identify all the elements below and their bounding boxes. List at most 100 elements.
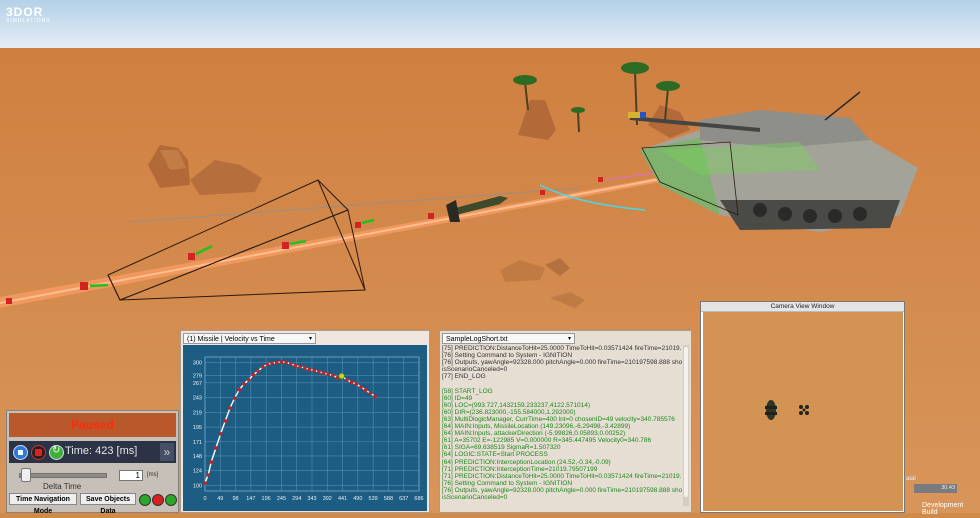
data-point [354,382,359,386]
log-line: [77] END_LOG [442,373,486,381]
stats-value: 30.43 [914,484,957,493]
data-point [223,419,228,423]
time-readout: Time: 423 [ms] [65,445,138,457]
log-panel: SampleLogShort.txt ▾ [75] PREDICTION:Dis… [439,330,692,513]
record-red-button[interactable] [152,494,164,506]
sky [0,0,980,50]
stats-label: atal [906,476,916,482]
x-tick-label: 147 [246,496,255,502]
log-text: [75] PREDICTION:DistanceToHit=25.0000 Ti… [442,345,682,507]
x-tick-label: 49 [217,496,223,502]
data-point [284,360,288,365]
data-point [214,446,218,450]
stop-button[interactable] [13,445,28,460]
development-build-label: Development Build [922,502,964,516]
camera-viewport [703,312,903,511]
y-tick-label: 195 [193,425,202,431]
log-scrollbar[interactable] [683,345,689,506]
time-slider-handle[interactable] [20,468,31,482]
data-point [260,365,265,369]
log-line: [71] PREDICTION:InterceptionTime=21019.7… [442,465,598,473]
log-line: [76] Outputs, yawAngle=92328.000 pitchAn… [442,486,682,494]
data-point [274,360,279,365]
y-tick-label: 243 [193,396,202,402]
data-point [206,473,210,477]
camera-view-window[interactable]: Camera View Window [700,301,905,513]
data-point [298,365,302,369]
data-point [279,360,284,364]
y-tick-label: 171 [193,440,202,446]
log-line: [64] MAIN:Inputs, MissileLocation (149.2… [442,423,631,431]
delta-time-label: Delta Time [43,482,82,491]
log-line: [61] A=35702 E=-122985 V=0.000000 R=345.… [442,437,652,445]
delta-time-input[interactable]: 1 [119,470,143,481]
log-line: [58] START_LOG [442,387,493,395]
data-point [345,377,349,382]
graph-panel: (1) Missile | Velocity vs Time ▾ 0 49 98 14… [180,330,430,513]
log-line: [60] DIR=(236.823000,-155.584000,1.29200… [442,408,576,416]
y-tick-label: 100 [193,483,202,489]
x-tick-label: 0 [203,496,206,502]
graph-selector-value: (1) Missile | Velocity vs Time [187,336,275,343]
time-slider-track[interactable] [19,473,107,478]
log-scrollbar-thumb[interactable] [684,347,688,497]
refresh-icon: ↻ [52,445,61,456]
data-point [359,385,363,389]
app-logo: 3DOR SIMULATIONS [6,6,51,24]
log-line: [61] SIGA=69.638519 SigmaR=1.507320 [442,444,561,452]
velocity-chart: 0 49 98 147 196 245 294 343 392 441 490 539 588 637 68… [183,345,427,511]
data-point [317,369,321,374]
stop-icon [18,450,23,455]
playback-panel: Paused ↻ Time: 423 [ms] » Delta Time 1 [… [6,410,179,515]
log-line: [64] MAIN:Inputs, attackerDirection (-5.… [442,430,626,438]
data-point [265,362,270,367]
data-point [326,372,331,377]
y-tick-label: 279 [193,373,202,379]
y-tick-label: 267 [193,381,202,387]
x-tick-label: 245 [277,496,286,502]
data-point [368,391,373,396]
log-file-value: SampleLogShort.txt [446,336,508,343]
record-toggle-button[interactable] [165,494,177,506]
data-point [218,432,223,436]
log-line: [71] PREDICTION:DistanceToHit=25.0000 Ti… [442,472,682,480]
x-tick-label: 686 [414,496,423,502]
logo-name: 3DOR [6,5,44,19]
data-point [331,373,335,378]
current-point [338,372,345,380]
reset-button[interactable]: ↻ [49,445,64,460]
x-tick-label: 294 [292,496,301,502]
y-tick-label: 124 [193,469,202,475]
data-point [256,369,260,373]
data-point [349,380,354,385]
log-line: [64] PREDICTION:InterceptionLocation (24… [442,458,611,466]
record-green-button[interactable] [139,494,151,506]
fast-forward-button[interactable]: » [160,443,174,461]
x-tick-label: 343 [307,496,316,502]
log-line: [76] Setting Command to System - IGNITIO… [442,479,573,487]
data-point [203,481,207,485]
step-back-button[interactable] [31,445,46,460]
x-tick-label: 588 [384,496,393,502]
time-navigation-mode-button[interactable]: Time Navigation Mode [9,493,77,515]
data-point [232,396,237,400]
x-tick-label: 441 [338,496,347,502]
log-file-dropdown[interactable]: SampleLogShort.txt ▾ [442,333,575,344]
log-line: [60] LOC=(993.727,1432159.233237,4122.57… [442,401,591,409]
step-back-icon [35,449,42,456]
stats-panel: atal 30.43 Development Build [906,472,980,516]
data-point [312,368,316,373]
delta-time-unit: [ms] [147,472,159,478]
save-objects-data-button[interactable]: Save Objects Data [80,493,136,515]
camera-window-title: Camera View Window [701,302,904,312]
chevron-down-icon: ▾ [567,336,571,342]
data-point [288,361,293,366]
data-point [321,371,326,375]
data-point [307,367,312,372]
data-point [303,366,307,370]
data-point [228,406,232,410]
log-line: [75] PREDICTION:DistanceToHit=25.0000 Ti… [442,345,682,352]
camera-feed [703,312,903,511]
x-tick-label: 196 [262,496,271,502]
